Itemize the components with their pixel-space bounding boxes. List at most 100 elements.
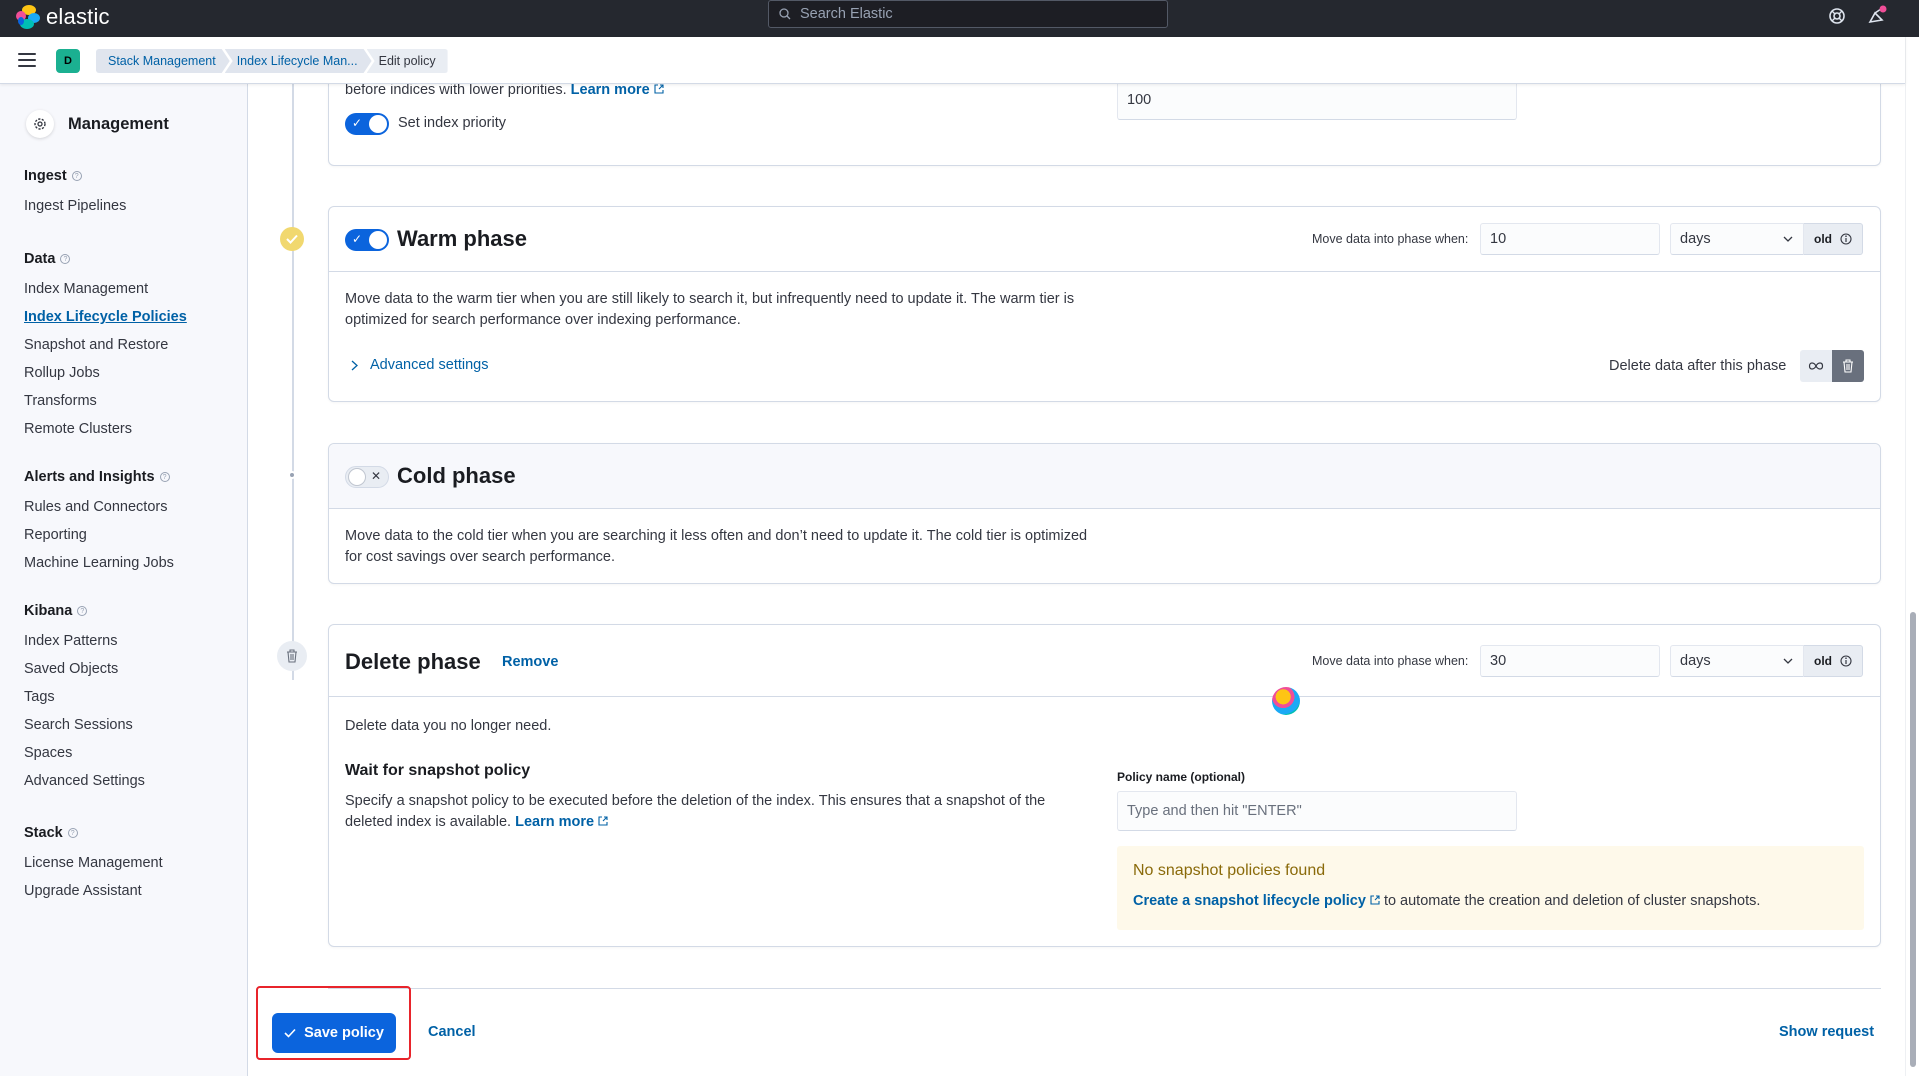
learn-more-link[interactable]: Learn more bbox=[515, 814, 594, 830]
save-policy-button[interactable]: Save policy bbox=[272, 1013, 396, 1053]
info-icon: ? bbox=[67, 828, 78, 838]
chevron-down-icon bbox=[1783, 658, 1793, 664]
cross-icon: ✕ bbox=[371, 469, 382, 483]
warm-advanced-settings[interactable]: Advanced settings bbox=[351, 357, 489, 373]
info-icon[interactable] bbox=[1840, 233, 1852, 245]
remove-delete-phase-link[interactable]: Remove bbox=[502, 654, 558, 670]
cold-phase-title: Cold phase bbox=[397, 463, 516, 488]
info-icon: ? bbox=[159, 472, 170, 482]
page-scrollbar[interactable] bbox=[1905, 37, 1919, 1076]
delete-age-input[interactable]: 30 bbox=[1480, 645, 1660, 677]
warm-phase-title: Warm phase bbox=[397, 226, 528, 251]
index-priority-toggle[interactable]: ✓ bbox=[345, 113, 389, 135]
sidebar-item-ingest-pipelines[interactable]: Ingest Pipelines bbox=[24, 192, 126, 220]
gear-icon bbox=[26, 110, 54, 138]
cold-phase-toggle[interactable]: ✕ bbox=[345, 466, 389, 488]
sidebar-item-upgrade-assistant[interactable]: Upgrade Assistant bbox=[24, 877, 163, 905]
delete-age-suffix: old bbox=[1804, 645, 1863, 677]
check-icon: ✓ bbox=[352, 116, 363, 130]
policy-name-input[interactable]: Type and then hit "ENTER" bbox=[1117, 791, 1517, 831]
warm-age-suffix: old bbox=[1804, 223, 1863, 255]
learn-more-link[interactable]: Learn more bbox=[571, 82, 650, 98]
nav-heading: Alerts and Insights? bbox=[24, 467, 174, 487]
delete-phase-panel: Delete phase Remove Move data into phase… bbox=[328, 624, 1881, 947]
info-icon: ? bbox=[71, 171, 82, 181]
warm-phase-toggle[interactable]: ✓ bbox=[345, 229, 389, 251]
nav-group-kibana: Kibana? Index Patterns Saved Objects Tag… bbox=[24, 601, 145, 795]
external-link-icon bbox=[598, 816, 608, 826]
elastic-logo-icon bbox=[16, 5, 40, 29]
delete-after-phase-label: Delete data after this phase bbox=[1609, 358, 1787, 374]
nav-group-stack: Stack? License Management Upgrade Assist… bbox=[24, 823, 163, 905]
help-icon[interactable] bbox=[1826, 5, 1848, 27]
nav-group-alerts: Alerts and Insights? Rules and Connector… bbox=[24, 467, 174, 577]
sidebar-item-spaces[interactable]: Spaces bbox=[24, 739, 145, 767]
sidebar-item-search-sessions[interactable]: Search Sessions bbox=[24, 711, 145, 739]
sidebar-item-rules-connectors[interactable]: Rules and Connectors bbox=[24, 493, 174, 521]
sidebar-item-remote-clusters[interactable]: Remote Clusters bbox=[24, 415, 187, 443]
management-sidebar: Management Ingest? Ingest Pipelines Data… bbox=[0, 84, 248, 1076]
delete-phase-title: Delete phase bbox=[345, 649, 481, 674]
sidebar-item-advanced-settings[interactable]: Advanced Settings bbox=[24, 767, 145, 795]
breadcrumb: Stack Management Index Lifecycle Man... … bbox=[96, 49, 448, 73]
search-placeholder: Search Elastic bbox=[800, 6, 893, 22]
delete-unit-select[interactable]: days bbox=[1670, 645, 1804, 677]
breadcrumb-stack-management[interactable]: Stack Management bbox=[96, 49, 230, 73]
sidebar-title: Management bbox=[68, 114, 169, 133]
sidebar-item-snapshot-restore[interactable]: Snapshot and Restore bbox=[24, 331, 187, 359]
policy-name-label: Policy name (optional) bbox=[1117, 770, 1246, 784]
warm-phase-status-icon bbox=[280, 227, 304, 251]
sidebar-item-saved-objects[interactable]: Saved Objects bbox=[24, 655, 145, 683]
delete-move-label: Move data into phase when: bbox=[1312, 654, 1469, 668]
no-snapshot-policies-callout: No snapshot policies found Create a snap… bbox=[1117, 846, 1864, 930]
elastic-logo[interactable]: elastic bbox=[16, 4, 110, 30]
breadcrumb-bar: D Stack Management Index Lifecycle Man..… bbox=[0, 37, 1905, 84]
sidebar-item-reporting[interactable]: Reporting bbox=[24, 521, 174, 549]
sidebar-item-index-lifecycle-policies[interactable]: Index Lifecycle Policies bbox=[24, 303, 187, 331]
breadcrumb-edit-policy: Edit policy bbox=[366, 49, 448, 73]
sidebar-item-index-management[interactable]: Index Management bbox=[24, 275, 187, 303]
sidebar-item-transforms[interactable]: Transforms bbox=[24, 387, 187, 415]
sidebar-item-ml-jobs[interactable]: Machine Learning Jobs bbox=[24, 549, 174, 577]
sidebar-item-rollup-jobs[interactable]: Rollup Jobs bbox=[24, 359, 187, 387]
cold-phase-panel: ✕ Cold phase Move data to the cold tier … bbox=[328, 443, 1881, 584]
top-header: elastic Search Elastic bbox=[0, 0, 1919, 37]
trash-icon[interactable] bbox=[1832, 350, 1864, 382]
hot-phase-panel: before indices with lower priorities. Le… bbox=[328, 70, 1881, 166]
breadcrumb-index-lifecycle[interactable]: Index Lifecycle Man... bbox=[225, 49, 372, 73]
show-request-button[interactable]: Show request bbox=[1779, 1024, 1874, 1040]
global-search-input[interactable]: Search Elastic bbox=[768, 0, 1168, 28]
snapshot-policy-heading: Wait for snapshot policy bbox=[345, 762, 531, 779]
nav-group-ingest: Ingest? Ingest Pipelines bbox=[24, 166, 126, 220]
warm-age-input[interactable]: 10 bbox=[1480, 223, 1660, 255]
menu-icon[interactable] bbox=[18, 53, 36, 67]
sidebar-item-index-patterns[interactable]: Index Patterns bbox=[24, 627, 145, 655]
sidebar-item-license-management[interactable]: License Management bbox=[24, 849, 163, 877]
space-avatar[interactable]: D bbox=[56, 49, 80, 73]
index-priority-input[interactable]: 100 bbox=[1117, 80, 1517, 120]
search-icon bbox=[779, 8, 791, 20]
info-icon[interactable] bbox=[1840, 655, 1852, 667]
external-link-icon bbox=[1370, 895, 1380, 905]
chevron-right-icon bbox=[351, 360, 358, 370]
cancel-button[interactable]: Cancel bbox=[428, 1024, 476, 1040]
warm-phase-header: ✓ Warm phase Move data into phase when: … bbox=[329, 207, 1880, 272]
sidebar-header: Management bbox=[26, 110, 169, 138]
brand-name: elastic bbox=[46, 4, 110, 29]
news-feed-icon[interactable] bbox=[1866, 5, 1888, 27]
nav-heading: Kibana? bbox=[24, 601, 145, 621]
delete-phase-header: Delete phase Remove Move data into phase… bbox=[329, 625, 1880, 697]
check-icon: ✓ bbox=[352, 232, 363, 246]
callout-body: Create a snapshot lifecycle policy to au… bbox=[1133, 893, 1761, 909]
nav-heading: Ingest? bbox=[24, 166, 126, 186]
scrollbar-thumb[interactable] bbox=[1910, 612, 1916, 1067]
external-link-icon bbox=[654, 84, 664, 94]
sidebar-item-tags[interactable]: Tags bbox=[24, 683, 145, 711]
cold-phase-header: ✕ Cold phase bbox=[329, 444, 1880, 509]
info-icon: ? bbox=[77, 606, 88, 616]
chevron-down-icon bbox=[1783, 236, 1793, 242]
warm-phase-description: Move data to the warm tier when you are … bbox=[345, 291, 1075, 328]
warm-unit-select[interactable]: days bbox=[1670, 223, 1804, 255]
create-snapshot-policy-link[interactable]: Create a snapshot lifecycle policy bbox=[1133, 893, 1366, 909]
infinity-icon[interactable] bbox=[1800, 350, 1832, 382]
